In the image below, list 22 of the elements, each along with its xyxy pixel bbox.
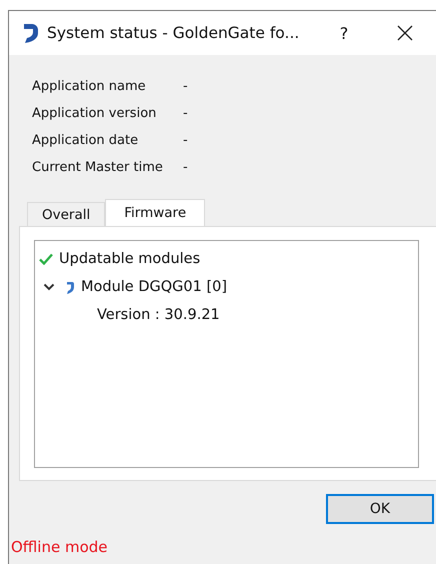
field-value: - <box>183 78 188 94</box>
field-label: Application version <box>32 106 158 120</box>
tab[interactable]: Firmware <box>105 199 206 226</box>
ok-button[interactable]: OK <box>326 494 434 524</box>
close-icon[interactable] <box>397 25 413 41</box>
tree-item[interactable]: Updatable modules <box>59 251 200 267</box>
status-text: Offline mode <box>11 538 108 556</box>
field-value: - <box>183 132 188 148</box>
tree-item[interactable]: Version : 30.9.21 <box>97 307 220 323</box>
field-label: Application name <box>32 78 147 94</box>
app-logo-icon <box>23 23 39 43</box>
help-button[interactable]: ? <box>317 24 371 42</box>
module-icon <box>65 280 75 294</box>
field-value: - <box>183 106 188 120</box>
chevron-icon[interactable] <box>43 283 55 291</box>
checkmark-icon <box>39 253 53 265</box>
window-title: System status - GoldenGate fo... <box>47 24 300 42</box>
field-label: Application date <box>32 132 140 148</box>
field-label: Current Master time <box>32 160 164 174</box>
field-value: - <box>183 160 188 174</box>
tree-item[interactable]: Module DGQG01 [0] <box>81 279 227 295</box>
tab[interactable]: Overall <box>27 202 106 226</box>
